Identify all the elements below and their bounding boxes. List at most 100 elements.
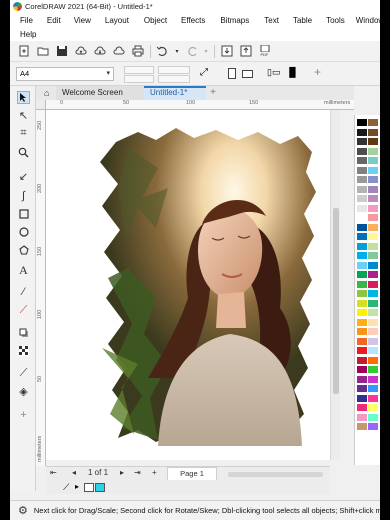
portrait-icon[interactable]	[228, 68, 236, 79]
zoom-tool-icon[interactable]	[17, 146, 30, 159]
publish-pdf-icon[interactable]: PDF	[257, 44, 272, 59]
chevron-down-icon[interactable]: ▾	[174, 44, 180, 59]
palette-swatch[interactable]	[357, 223, 367, 231]
palette-swatch[interactable]	[368, 423, 378, 430]
palette-swatch[interactable]	[368, 280, 378, 288]
palette-swatch[interactable]	[368, 337, 378, 345]
vertical-scrollbar[interactable]	[330, 110, 340, 460]
palette-swatch[interactable]	[368, 404, 378, 411]
palette-swatch[interactable]	[357, 280, 367, 288]
tab-untitled-document[interactable]: Untitled-1*	[144, 86, 206, 100]
transparency-tool-icon[interactable]	[17, 344, 30, 357]
palette-swatch[interactable]	[368, 290, 378, 297]
landscape-icon[interactable]	[242, 70, 253, 78]
palette-swatch[interactable]	[357, 366, 367, 373]
palette-swatch[interactable]	[357, 413, 367, 421]
add-page-button[interactable]: +	[152, 468, 157, 477]
horizontal-ruler[interactable]: 0 50 100 150 millimeters	[46, 100, 354, 110]
palette-swatch[interactable]	[368, 176, 378, 183]
palette-swatch[interactable]	[357, 261, 367, 269]
palette-swatch[interactable]	[368, 128, 378, 136]
print-icon[interactable]	[130, 44, 145, 59]
tab-welcome-screen[interactable]: Welcome Screen	[56, 86, 144, 100]
text-tool-icon[interactable]: A	[17, 263, 30, 277]
palette-swatch[interactable]	[368, 157, 378, 164]
transform-icon[interactable]: ⤢	[200, 67, 208, 78]
menu-item-window[interactable]: Window	[345, 16, 380, 25]
gear-icon[interactable]: ⚙	[18, 504, 28, 517]
ruler-origin[interactable]	[36, 100, 46, 110]
palette-swatch[interactable]	[368, 356, 378, 364]
curve-tool-icon[interactable]: ∫	[17, 189, 30, 202]
export-icon[interactable]	[238, 44, 253, 59]
palette-swatch[interactable]	[357, 423, 367, 430]
palette-swatch[interactable]	[357, 128, 367, 136]
palette-swatch[interactable]	[357, 252, 367, 259]
menu-item-effects[interactable]: Effects	[167, 16, 205, 25]
page-size-dropdown[interactable]: A4 ▾	[16, 67, 114, 81]
all-pages-icon[interactable]: ▯▭	[267, 67, 280, 78]
menu-item-layout[interactable]: Layout	[91, 16, 129, 25]
no-fill-swatch[interactable]	[84, 483, 94, 492]
page-tab[interactable]: Page 1	[167, 467, 217, 481]
rectangle-tool-icon[interactable]	[17, 207, 30, 220]
palette-swatch[interactable]	[368, 375, 378, 383]
palette-swatch[interactable]	[357, 214, 367, 221]
menu-item-text[interactable]: Text	[249, 16, 279, 25]
palette-swatch[interactable]	[368, 185, 378, 193]
add-preset-button[interactable]: +	[314, 65, 321, 79]
new-tab-button[interactable]: +	[207, 87, 219, 99]
palette-swatch[interactable]	[368, 366, 378, 373]
palette-swatch[interactable]	[368, 204, 378, 212]
cloud-sync-icon[interactable]	[111, 44, 126, 59]
palette-swatch[interactable]	[368, 166, 378, 174]
palette-swatch[interactable]	[368, 119, 378, 126]
palette-swatch[interactable]	[368, 309, 378, 316]
palette-swatch[interactable]	[357, 195, 367, 202]
menu-item-edit[interactable]: Edit	[33, 16, 61, 25]
cloud-upload-icon[interactable]	[73, 44, 88, 59]
polygon-tool-icon[interactable]	[17, 243, 30, 256]
page-height-field[interactable]	[124, 75, 154, 83]
palette-swatch[interactable]	[368, 271, 378, 278]
new-doc-icon[interactable]	[16, 44, 31, 59]
first-page-button[interactable]: ⇤	[50, 468, 57, 477]
open-folder-icon[interactable]	[35, 44, 50, 59]
brush-edged-portrait-photo[interactable]	[98, 128, 318, 446]
horizontal-scrollbar[interactable]	[228, 472, 323, 477]
palette-swatch[interactable]	[357, 185, 367, 193]
palette-swatch[interactable]	[357, 318, 367, 326]
palette-swatch[interactable]	[357, 328, 367, 335]
palette-swatch[interactable]	[357, 138, 367, 145]
palette-swatch[interactable]	[357, 271, 367, 278]
palette-swatch[interactable]	[368, 242, 378, 250]
page-width-field[interactable]	[124, 66, 154, 74]
palette-swatch[interactable]	[357, 394, 367, 402]
menu-item-tools[interactable]: Tools	[312, 16, 345, 25]
palette-swatch[interactable]	[357, 157, 367, 164]
palette-swatch[interactable]	[357, 119, 367, 126]
scrollbar-thumb[interactable]	[333, 208, 339, 394]
redo-icon[interactable]	[184, 44, 199, 59]
chevron-down-icon[interactable]: ▾	[203, 44, 209, 59]
palette-swatch[interactable]	[368, 214, 378, 221]
unit-field-bottom[interactable]	[158, 75, 190, 83]
palette-swatch[interactable]	[357, 337, 367, 345]
undo-icon[interactable]	[155, 44, 170, 59]
ellipse-tool-icon[interactable]	[17, 225, 30, 238]
menu-item-bitmaps[interactable]: Bitmaps	[205, 16, 249, 25]
palette-swatch[interactable]	[357, 356, 367, 364]
palette-swatch[interactable]	[368, 261, 378, 269]
eyedropper-tool-icon[interactable]: ⟋	[17, 367, 30, 380]
palette-swatch[interactable]	[368, 195, 378, 202]
freehand-tool-icon[interactable]: ↙	[17, 170, 30, 183]
drawing-canvas[interactable]	[46, 110, 330, 460]
crop-tool-icon[interactable]: ⌗	[17, 127, 30, 140]
menu-item-file[interactable]: File	[10, 16, 33, 25]
menu-item-view[interactable]: View	[61, 16, 91, 25]
palette-swatch[interactable]	[357, 385, 367, 392]
palette-swatch[interactable]	[368, 299, 378, 307]
menu-item-help[interactable]: Help	[10, 30, 36, 39]
palette-swatch[interactable]	[368, 147, 378, 155]
chevron-right-icon[interactable]: ▸	[75, 482, 79, 491]
